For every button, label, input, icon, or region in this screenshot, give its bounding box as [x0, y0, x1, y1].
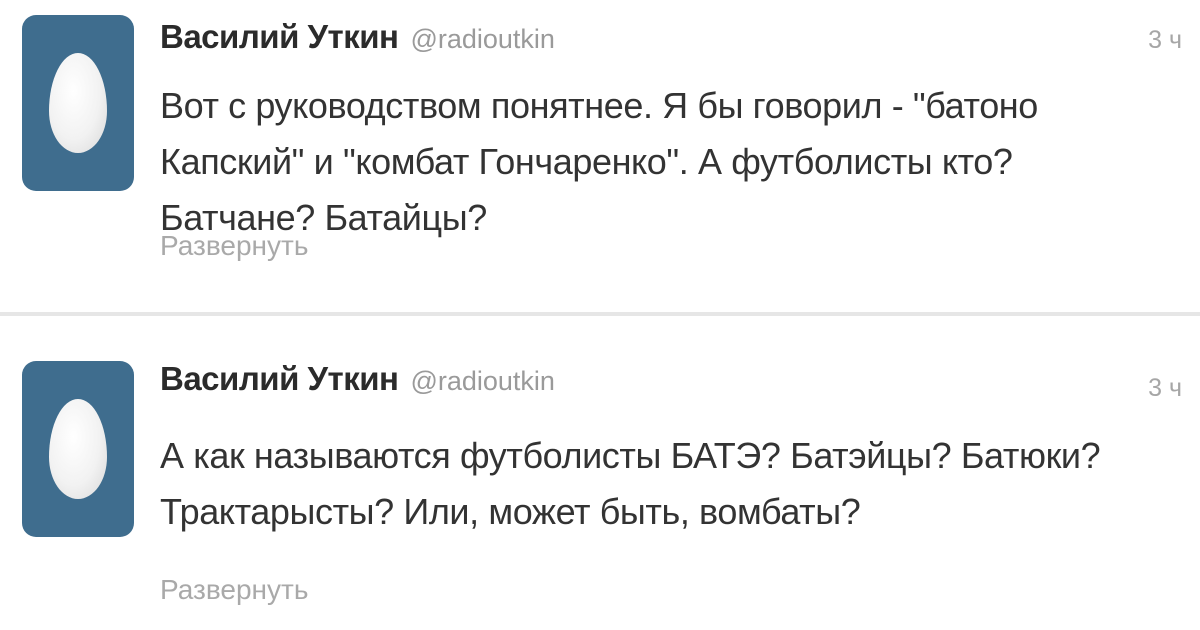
author-fullname[interactable]: Василий Уткин	[160, 18, 399, 56]
expand-link[interactable]: Развернуть	[160, 230, 308, 262]
expand-link[interactable]: Развернуть	[160, 574, 308, 606]
avatar[interactable]	[22, 361, 134, 537]
tweet-header: Василий Уткин @radioutkin	[160, 360, 555, 410]
tweet-text: А как называются футболисты БАТЭ? Батэйц…	[160, 435, 1101, 532]
egg-icon	[49, 53, 107, 153]
tweet-timeline: Василий Уткин @radioutkin 3 ч Вот с руко…	[0, 0, 1200, 630]
author-username[interactable]: @radioutkin	[410, 24, 554, 55]
tweet-header: Василий Уткин @radioutkin	[160, 18, 555, 68]
tweet-text: Вот с руководством понятнее. Я бы говори…	[160, 85, 1038, 238]
egg-icon	[49, 399, 107, 499]
tweet-item[interactable]: Василий Уткин @radioutkin 3 ч Вот с руко…	[0, 0, 1200, 312]
tweet-timestamp[interactable]: 3 ч	[1148, 26, 1182, 55]
tweet-item[interactable]: Василий Уткин @radioutkin 3 ч А как назы…	[0, 316, 1200, 630]
tweet-timestamp[interactable]: 3 ч	[1148, 374, 1182, 403]
avatar[interactable]	[22, 15, 134, 191]
author-fullname[interactable]: Василий Уткин	[160, 360, 399, 398]
author-username[interactable]: @radioutkin	[410, 366, 554, 397]
